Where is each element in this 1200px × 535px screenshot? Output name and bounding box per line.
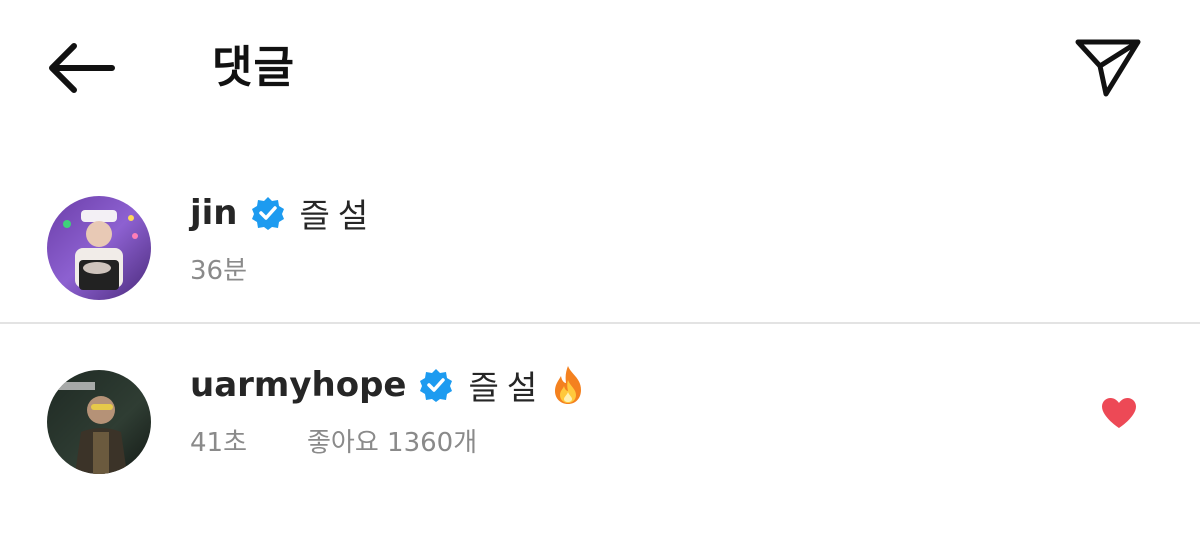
fire-emoji-icon [549,364,587,406]
comment-header: jin 즐설 [190,188,376,238]
comment-meta: 36분 [190,248,247,288]
like-button[interactable] [1100,396,1138,430]
comment-item: jin 즐설 36분 [0,180,1200,322]
comment-text: 즐설 [468,368,546,407]
avatar-image [47,370,151,474]
share-button[interactable] [1068,32,1148,104]
comment-item: uarmyhope 즐설 41초 좋아요 1360개 [0,324,1200,524]
comment-time: 41초 [190,427,248,458]
verified-badge-icon [250,195,286,231]
avatar[interactable] [47,196,151,300]
comment-time: 36분 [190,255,248,286]
back-button[interactable] [40,36,124,100]
comment-text: 즐설 [299,196,377,235]
arrow-left-icon [49,43,115,93]
page-title: 댓글 [212,42,295,93]
username[interactable]: uarmyhope [190,365,406,405]
comment-meta: 41초 좋아요 1360개 [190,420,477,460]
likes-count[interactable]: 좋아요 1360개 [307,422,477,459]
header: 댓글 [0,0,1200,135]
paper-plane-icon [1075,39,1141,97]
verified-badge-icon [418,367,454,403]
heart-icon [1102,398,1136,428]
avatar-image [47,196,151,300]
comment-header: uarmyhope 즐설 [190,360,587,410]
username[interactable]: jin [190,193,238,233]
avatar[interactable] [47,370,151,474]
